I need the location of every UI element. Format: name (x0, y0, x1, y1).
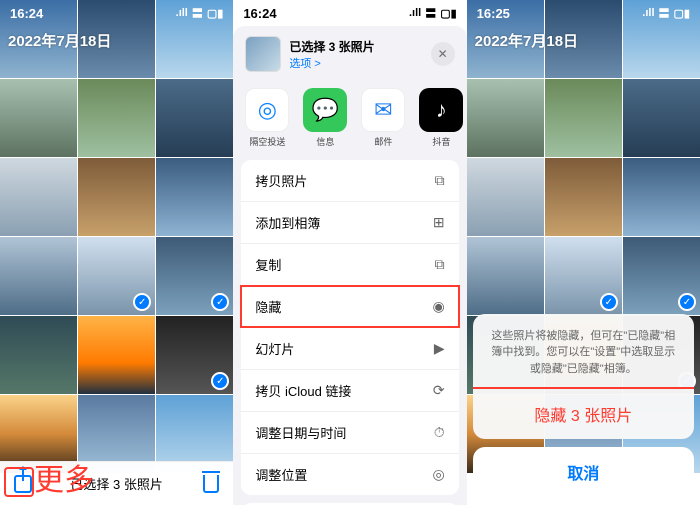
sheet-title: 已选择 3 张照片 (289, 38, 422, 55)
photo-thumbnail[interactable] (78, 79, 155, 157)
action-label: 添加到相簿 (255, 213, 320, 232)
photo-thumbnail[interactable]: ✓ (156, 237, 233, 315)
share-app-item[interactable]: 💬 信息 (301, 88, 349, 148)
action-label: 拷贝照片 (255, 171, 307, 190)
wifi-icon: 〓 (425, 5, 436, 21)
status-time: 16:24 (10, 6, 43, 21)
app-label: 邮件 (359, 135, 407, 148)
photo-thumbnail[interactable]: ✓ (623, 237, 700, 315)
photo-thumbnail[interactable] (156, 79, 233, 157)
action-glyph-icon: ◎ (432, 466, 444, 483)
action-glyph-icon: ⏱ (434, 424, 445, 441)
photo-thumbnail[interactable] (78, 316, 155, 394)
slideshow-row[interactable]: 幻灯片 ▶ (241, 328, 458, 370)
action-label: 拷贝 iCloud 链接 (255, 381, 351, 400)
selected-badge-icon: ✓ (133, 293, 151, 311)
signal-icon: .ıll (176, 7, 188, 19)
action-glyph-icon: ▶ (434, 340, 445, 357)
selected-badge-icon: ✓ (211, 293, 229, 311)
action-label: 调整日期与时间 (255, 423, 346, 442)
selected-badge-icon: ✓ (678, 293, 696, 311)
status-bar: 16:24 .ıll 〓 ▢▮ (233, 0, 466, 26)
action-label: 隐藏 (255, 297, 281, 316)
signal-icon: .ıll (409, 7, 421, 19)
hide-confirmation-alert: 这些照片将被隐藏，但可在"已隐藏"相簿中找到。您可以在"设置"中选取显示或隐藏"… (473, 314, 694, 498)
photo-thumbnail[interactable] (0, 316, 77, 394)
selected-badge-icon: ✓ (600, 293, 618, 311)
status-bar: 16:24 .ıll 〓 ▢▮ (0, 0, 233, 26)
app-label: 隔空投送 (243, 135, 291, 148)
share-app-item[interactable]: ✉ 邮件 (359, 88, 407, 148)
status-bar: 16:25 .ıll 〓 ▢▮ (467, 0, 700, 26)
app-label: 抖音 (417, 135, 465, 148)
action-list-1: 拷贝照片 ⧉ 添加到相簿 ⊞ 复制 ⧉ 隐藏 ◉ 幻灯片 ▶ 拷贝 iCloud 链接 ⟳ 调整日期与时… (241, 160, 458, 495)
battery-icon: ▢▮ (207, 7, 223, 20)
photo-thumbnail[interactable] (0, 237, 77, 315)
app-icon: ✉ (361, 88, 405, 132)
action-label: 调整位置 (255, 465, 307, 484)
alert-cancel-button[interactable]: 取消 (473, 447, 694, 497)
app-label: 信息 (301, 135, 349, 148)
close-icon[interactable]: ✕ (431, 42, 455, 66)
photo-thumbnail[interactable]: ✓ (78, 237, 155, 315)
add-to-album-row[interactable]: 添加到相簿 ⊞ (241, 202, 458, 244)
copy-icloud-link-row[interactable]: 拷贝 iCloud 链接 ⟳ (241, 370, 458, 412)
action-glyph-icon: ⊞ (433, 214, 445, 231)
action-glyph-icon: ⟳ (433, 382, 445, 399)
alert-message: 这些照片将被隐藏，但可在"已隐藏"相簿中找到。您可以在"设置"中选取显示或隐藏"… (473, 314, 694, 390)
trash-icon[interactable] (203, 475, 219, 493)
status-time: 16:25 (477, 6, 510, 21)
hide-photos-button[interactable]: 隐藏 3 张照片 (473, 387, 694, 439)
photo-thumbnail[interactable]: ✓ (156, 316, 233, 394)
hide-row[interactable]: 隐藏 ◉ (241, 286, 458, 328)
share-app-item[interactable]: ♪ 抖音 (417, 88, 465, 148)
photo-thumbnail[interactable] (156, 158, 233, 236)
photo-thumbnail[interactable] (78, 158, 155, 236)
action-glyph-icon: ⧉ (435, 172, 445, 189)
duplicate-row[interactable]: 复制 ⧉ (241, 244, 458, 286)
action-label: 复制 (255, 255, 281, 274)
battery-icon: ▢▮ (440, 7, 456, 20)
copy-photo-row[interactable]: 拷贝照片 ⧉ (241, 160, 458, 202)
date-header: 2022年7月18日 (475, 30, 578, 51)
photo-thumbnail[interactable] (0, 79, 77, 157)
photo-thumbnail[interactable] (467, 79, 544, 157)
photo-grid[interactable]: ✓ ✓ ✓ (0, 0, 233, 505)
photo-thumbnail[interactable] (467, 237, 544, 315)
battery-icon: ▢▮ (674, 7, 690, 20)
status-time: 16:24 (243, 6, 276, 21)
share-sheet: 已选择 3 张照片 选项 > ✕ ◎ 隔空投送 💬 信息 ✉ 邮件 ♪ 抖音 拷贝照片 ⧉ 添加到… (233, 26, 466, 505)
share-app-row: ◎ 隔空投送 💬 信息 ✉ 邮件 ♪ 抖音 (233, 82, 466, 160)
photo-thumbnail[interactable] (0, 158, 77, 236)
adjust-datetime-row[interactable]: 调整日期与时间 ⏱ (241, 412, 458, 454)
photo-thumbnail[interactable] (623, 79, 700, 157)
wifi-icon: 〓 (659, 5, 670, 21)
date-header: 2022年7月18日 (8, 30, 111, 51)
signal-icon: .ıll (642, 7, 654, 19)
wifi-icon: 〓 (192, 5, 203, 21)
sheet-thumbnail (245, 36, 281, 72)
photo-thumbnail[interactable] (467, 158, 544, 236)
action-glyph-icon: ⧉ (435, 256, 445, 273)
app-icon: 💬 (303, 88, 347, 132)
action-glyph-icon: ◉ (432, 298, 444, 315)
adjust-location-row[interactable]: 调整位置 ◎ (241, 454, 458, 495)
photo-thumbnail[interactable] (545, 158, 622, 236)
sheet-options-link[interactable]: 选项 > (289, 55, 422, 71)
app-icon: ◎ (245, 88, 289, 132)
share-app-item[interactable]: ◎ 隔空投送 (243, 88, 291, 148)
photo-thumbnail[interactable] (545, 79, 622, 157)
photo-thumbnail[interactable]: ✓ (545, 237, 622, 315)
action-label: 幻灯片 (255, 339, 294, 358)
more-overlay: 更多 (34, 455, 94, 499)
app-icon: ♪ (419, 88, 463, 132)
selected-badge-icon: ✓ (211, 372, 229, 390)
share-highlight (4, 467, 34, 497)
photo-thumbnail[interactable] (623, 158, 700, 236)
